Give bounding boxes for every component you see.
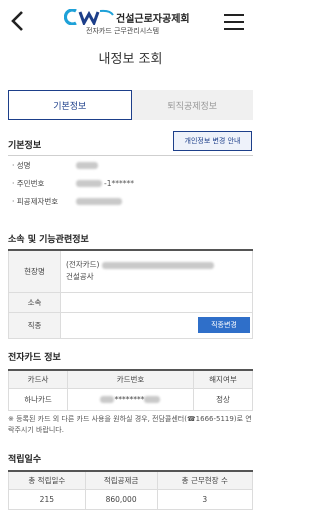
basic-info-list: · 성명 · 주민번호 -1****** · 피공제자번호 [8, 155, 253, 210]
card-header-row: 카드사 카드번호 해지여부 [7, 369, 254, 389]
name-label: · 성명 [12, 160, 31, 170]
back-button[interactable] [8, 9, 28, 33]
site-value: (전자카드) 건설공사 [60, 249, 253, 293]
redacted-card-suffix [144, 396, 161, 403]
page-title: 내정보 조회 [98, 52, 163, 67]
card-issuer-header: 카드사 [7, 369, 69, 389]
system-name: 전자카드 근무관리시스템 [86, 27, 160, 35]
app-header: 건설근로자공제회 전자카드 근무관리시스템 [0, 0, 261, 44]
work-row: 215 860,000 3 [8, 488, 254, 510]
card-status: 정상 [192, 387, 254, 411]
tab-retirement-info[interactable]: 퇴직공제정보 [131, 90, 253, 120]
logo: 건설근로자공제회 전자카드 근무관리시스템 [64, 7, 204, 39]
name-row: · 성명 [8, 156, 253, 174]
card-number-masked: ******** [114, 394, 145, 404]
org-label: 소속 [8, 291, 61, 313]
resident-number-row: · 주민번호 -1****** [8, 174, 253, 192]
work-header-row: 총 적립일수 적립공제금 총 근무현장 수 [8, 470, 254, 490]
site-row: 현장명 (전자카드) 건설공사 [8, 249, 253, 293]
card-issuer: 하나카드 [7, 387, 69, 411]
redacted-site-name [101, 261, 214, 269]
org-value [60, 291, 253, 313]
card-row: 하나카드 ******** 정상 [7, 387, 254, 411]
card-table: 카드사 카드번호 해지여부 하나카드 ******** 정상 [7, 369, 254, 411]
site-company: 건설공사 [66, 272, 94, 282]
org-name: 건설근로자공제회 [116, 14, 190, 25]
site-label: 현장명 [8, 249, 61, 293]
redacted-member-number [76, 197, 122, 205]
tab-basic-info[interactable]: 기본정보 [8, 90, 132, 120]
resident-number-label: · 주민번호 [12, 178, 45, 188]
member-number-row: · 피공제자번호 [8, 192, 253, 210]
redacted-name [76, 161, 98, 169]
job-label: 직종 [8, 311, 61, 339]
cw-logo-icon [64, 9, 114, 25]
card-status-header: 해지여부 [192, 369, 254, 389]
card-number-header: 카드번호 [67, 369, 194, 389]
member-number-label: · 피공제자번호 [12, 196, 59, 206]
tab-bar: 기본정보 퇴직공제정보 [8, 90, 253, 120]
total-days-header: 총 적립일수 [8, 470, 86, 490]
personal-info-change-button[interactable]: 개인정보 변경 안내 [173, 131, 252, 151]
menu-button[interactable] [224, 14, 244, 30]
deduction-amount-header: 적립공제금 [84, 470, 158, 490]
change-job-button[interactable]: 직종변경 [198, 317, 250, 333]
card-number: ******** [67, 387, 194, 411]
work-days-title: 적립일수 [8, 455, 42, 465]
site-prefix: (전자카드) [66, 260, 100, 270]
basic-info-title: 기본정보 [8, 141, 42, 151]
total-days: 215 [8, 488, 86, 510]
deduction-amount: 860,000 [84, 488, 158, 510]
chevron-left-icon [11, 11, 23, 31]
card-notice: ※ 등록된 카드 외 다른 카드 사용을 원하실 경우, 전담콜센터(☎1666… [8, 415, 252, 434]
affiliation-title: 소속 및 기능관련정보 [8, 235, 89, 245]
org-row: 소속 [8, 291, 253, 313]
hamburger-menu-icon [224, 14, 244, 16]
total-sites: 3 [156, 488, 254, 510]
redacted-resident-number [76, 179, 102, 187]
total-sites-header: 총 근무현장 수 [156, 470, 254, 490]
redacted-card-prefix [100, 396, 115, 403]
work-days-table: 총 적립일수 적립공제금 총 근무현장 수 215 860,000 3 [8, 470, 254, 510]
card-info-title: 전자카드 정보 [8, 353, 61, 363]
resident-number-masked: -1****** [104, 178, 134, 188]
